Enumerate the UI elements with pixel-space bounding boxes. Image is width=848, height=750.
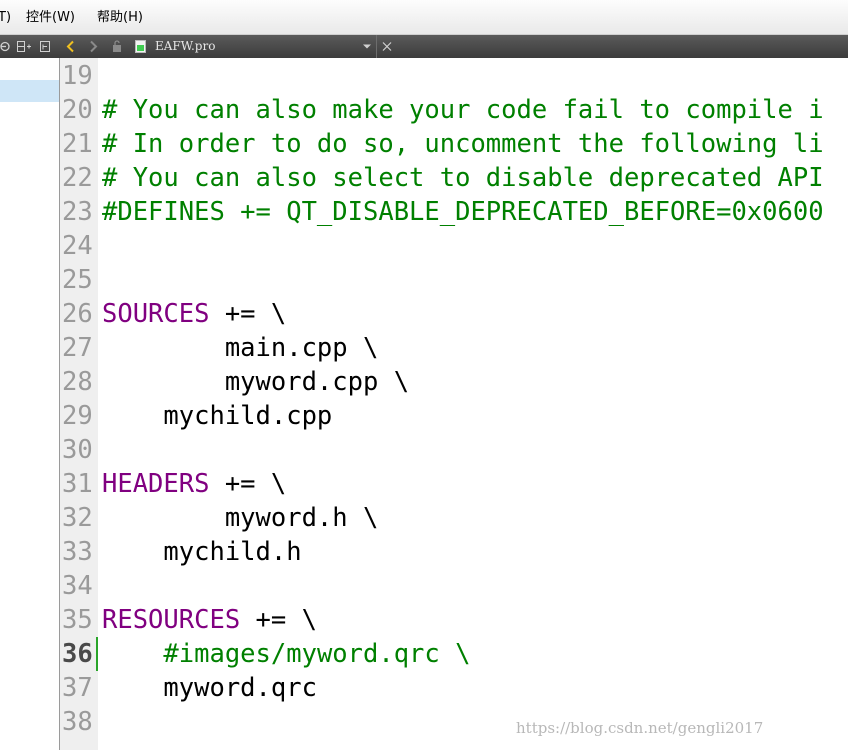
code-token: mychild.cpp [102, 401, 333, 431]
current-line-marker [96, 637, 98, 671]
code-token: myword.cpp \ [102, 367, 410, 397]
line-number: 32 [62, 503, 93, 533]
line-number: 37 [62, 673, 93, 703]
dropdown-arrow-icon[interactable] [361, 35, 373, 58]
line-number: 34 [62, 571, 93, 601]
menu-item-help[interactable]: 帮助(H) [97, 10, 143, 26]
code-text[interactable]: myword.cpp \ [102, 365, 409, 399]
line-number: 23 [62, 197, 93, 227]
back-icon[interactable] [64, 35, 78, 58]
code-line[interactable]: 24 [60, 229, 848, 263]
code-comment: # You can also select to disable depreca… [102, 163, 824, 193]
code-line[interactable]: 29 mychild.cpp [60, 399, 848, 433]
menu-item-partial[interactable]: T) [0, 10, 11, 26]
menu-item-controls[interactable]: 控件(W) [26, 10, 75, 26]
code-text[interactable]: # You can also make your code fail to co… [102, 93, 824, 127]
code-token: mychild.h [102, 537, 302, 567]
code-comment: # You can also make your code fail to co… [102, 95, 824, 125]
code-line[interactable]: 35 RESOURCES += \ [60, 603, 848, 637]
line-number: 25 [62, 265, 93, 295]
toolbar-divider [376, 35, 377, 58]
code-line[interactable]: 19 [60, 59, 848, 93]
code-editor[interactable]: 19 20 # You can also make your code fail t… [60, 58, 848, 750]
code-text[interactable]: RESOURCES += \ [102, 603, 317, 637]
line-number: 33 [62, 537, 93, 567]
lock-icon [110, 35, 124, 58]
code-line[interactable]: 20 # You can also make your code fail to … [60, 93, 848, 127]
line-number: 21 [62, 129, 93, 159]
code-text[interactable]: main.cpp \ [102, 331, 379, 365]
code-line[interactable]: 23 #DEFINES += QT_DISABLE_DEPRECATED_BEFO… [60, 195, 848, 229]
line-number: 24 [62, 231, 93, 261]
code-text[interactable]: myword.qrc [102, 671, 317, 705]
code-keyword: RESOURCES [102, 605, 241, 635]
forward-icon[interactable] [86, 35, 100, 58]
editor-toolbar: EAFW.pro [0, 35, 848, 58]
file-tab-name[interactable]: EAFW.pro [155, 35, 215, 58]
code-token: += \ [209, 299, 287, 329]
watermark: https://blog.csdn.net/gengli2017 [516, 719, 764, 737]
code-text[interactable]: myword.h \ [102, 501, 379, 535]
code-line[interactable]: 34 [60, 569, 848, 603]
code-token: myword.qrc [102, 673, 317, 703]
code-line[interactable]: 21 # In order to do so, uncomment the fol… [60, 127, 848, 161]
code-text[interactable]: # You can also select to disable depreca… [102, 161, 824, 195]
close-icon[interactable] [380, 35, 394, 58]
selected-tree-item[interactable] [0, 80, 59, 102]
code-line[interactable]: 37 myword.qrc [60, 671, 848, 705]
line-number: 28 [62, 367, 93, 397]
line-number: 19 [62, 61, 93, 91]
line-number: 20 [62, 95, 93, 125]
split-icon[interactable] [16, 35, 32, 58]
code-text[interactable]: #DEFINES += QT_DISABLE_DEPRECATED_BEFORE… [102, 195, 824, 229]
code-line[interactable]: 22 # You can also select to disable depre… [60, 161, 848, 195]
sync-icon[interactable] [0, 35, 12, 58]
code-comment: # In order to do so, uncomment the follo… [102, 129, 824, 159]
code-text[interactable]: mychild.h [102, 535, 302, 569]
line-number: 30 [62, 435, 93, 465]
code-line[interactable]: 27 main.cpp \ [60, 331, 848, 365]
code-token: myword.h \ [102, 503, 379, 533]
line-number: 35 [62, 605, 93, 635]
code-token: += \ [240, 605, 317, 635]
line-number: 36 [62, 639, 93, 669]
code-comment: #images/myword.qrc \ [163, 639, 471, 669]
code-text[interactable]: #images/myword.qrc \ [102, 637, 470, 671]
code-line[interactable]: 31 HEADERS += \ [60, 467, 848, 501]
code-keyword: HEADERS [102, 469, 210, 499]
code-text[interactable]: # In order to do so, uncomment the follo… [102, 127, 824, 161]
menu-bar: T) 控件(W) 帮助(H) [0, 0, 848, 35]
line-number: 27 [62, 333, 93, 363]
line-number: 31 [62, 469, 93, 499]
line-number: 29 [62, 401, 93, 431]
code-line[interactable]: 25 [60, 263, 848, 297]
pro-file-icon [133, 35, 149, 58]
code-token: main.cpp \ [102, 333, 379, 363]
code-text[interactable]: mychild.cpp [102, 399, 332, 433]
code-line[interactable]: 33 mychild.h [60, 535, 848, 569]
code-text[interactable]: SOURCES += \ [102, 297, 286, 331]
project-tree-pane[interactable] [0, 58, 60, 750]
code-line[interactable]: 26 SOURCES += \ [60, 297, 848, 331]
line-number: 38 [62, 707, 93, 737]
add-split-icon[interactable] [38, 35, 52, 58]
code-line[interactable]: 36 #images/myword.qrc \ [60, 637, 848, 671]
code-line[interactable]: 32 myword.h \ [60, 501, 848, 535]
line-number: 22 [62, 163, 93, 193]
code-token: += \ [209, 469, 287, 499]
code-text[interactable]: HEADERS += \ [102, 467, 286, 501]
code-comment: #DEFINES += QT_DISABLE_DEPRECATED_BEFORE… [102, 197, 824, 227]
code-line[interactable]: 30 [60, 433, 848, 467]
code-line[interactable]: 28 myword.cpp \ [60, 365, 848, 399]
line-number: 26 [62, 299, 93, 329]
code-keyword: SOURCES [102, 299, 210, 329]
